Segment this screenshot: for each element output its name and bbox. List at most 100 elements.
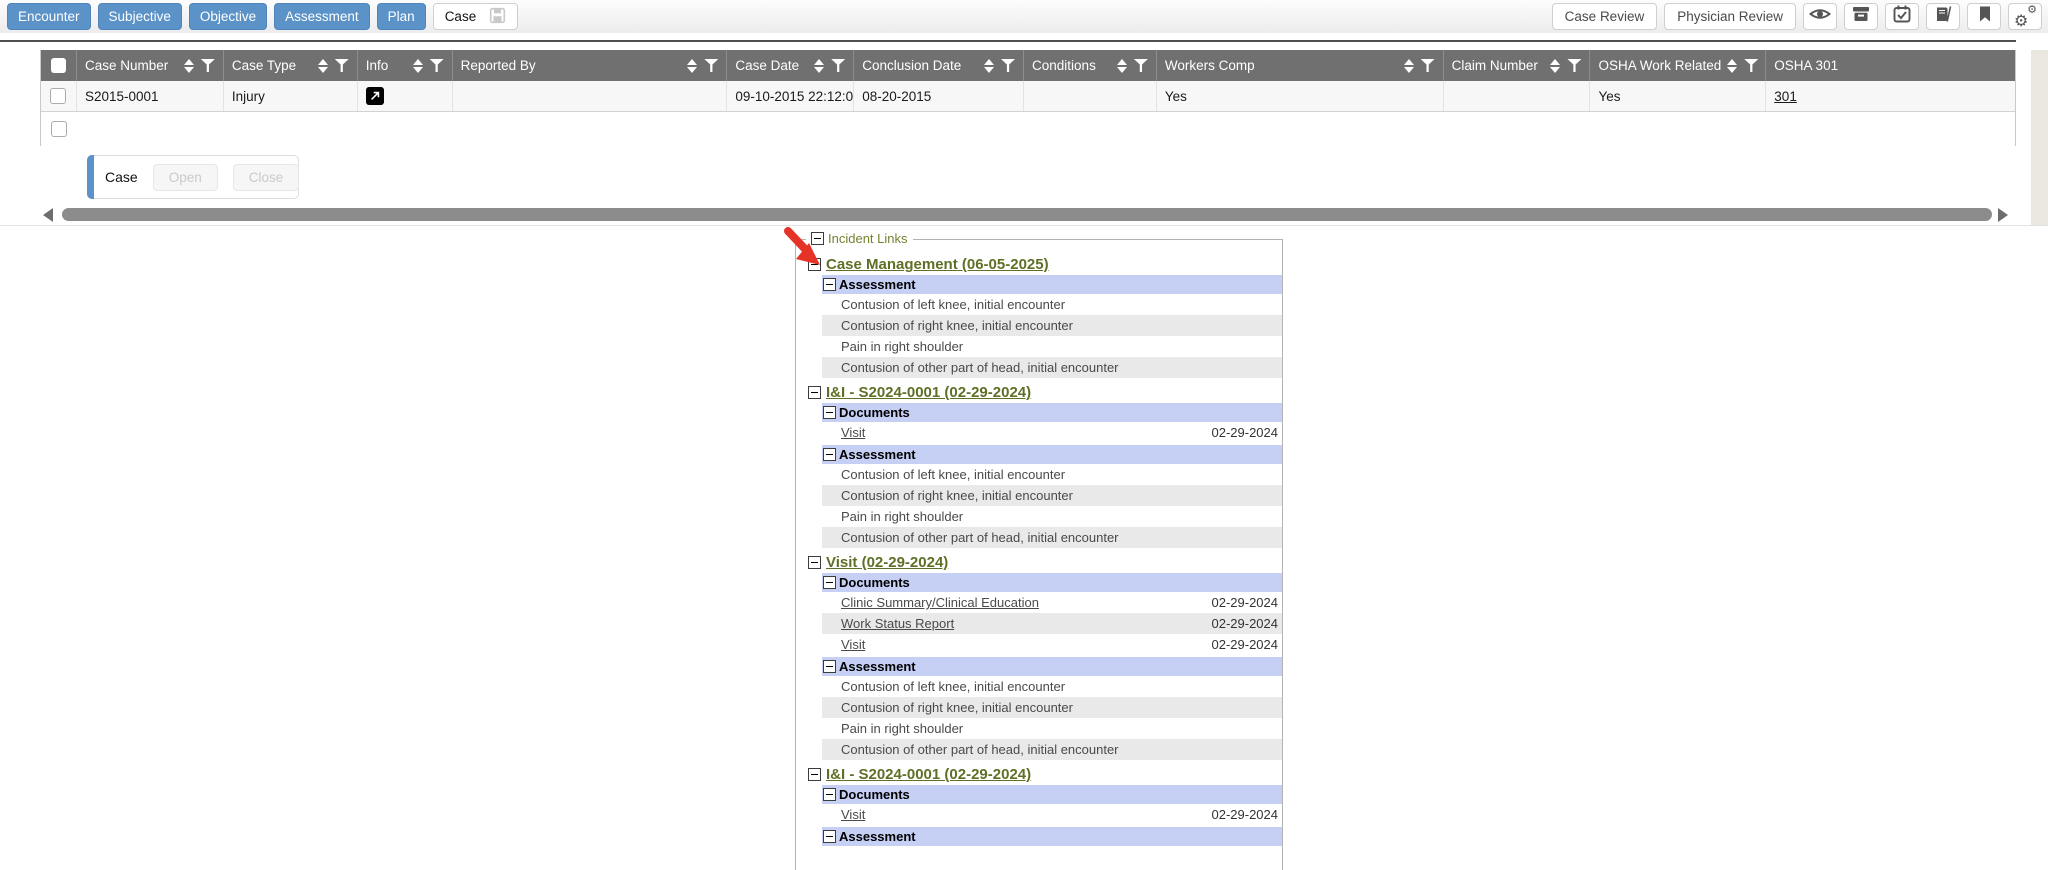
incident-group-link[interactable]: I&I - S2024-0001 (02-29-2024)	[826, 384, 1031, 401]
filter-icon[interactable]	[831, 59, 845, 72]
document-link[interactable]: Visit	[841, 637, 1174, 652]
cell-value: 09-10-2015 22:12:00	[735, 89, 854, 104]
sort-icon[interactable]	[318, 59, 328, 73]
column-header-osha-301[interactable]: OSHA 301	[1766, 50, 2015, 81]
sort-icon[interactable]	[1117, 59, 1127, 73]
bookmark-button[interactable]	[1967, 3, 2001, 30]
filter-icon[interactable]	[201, 59, 215, 72]
sort-icon[interactable]	[1550, 59, 1560, 73]
scrollbar-thumb[interactable]	[62, 208, 1992, 221]
cell-reported-by	[453, 81, 728, 111]
sort-icon[interactable]	[1404, 59, 1414, 73]
collapse-minus-icon[interactable]	[823, 406, 836, 419]
condition-text: Pain in right shoulder	[841, 721, 1174, 736]
column-header-claim-number[interactable]: Claim Number	[1444, 50, 1591, 81]
filter-icon[interactable]	[335, 59, 349, 72]
collapse-minus-icon[interactable]	[823, 830, 836, 843]
column-label: Case Date	[735, 58, 799, 73]
sort-icon[interactable]	[814, 59, 824, 73]
document-link[interactable]: Visit	[841, 425, 1174, 440]
tree-row: Pain in right shoulder	[822, 336, 1282, 357]
row-checkbox[interactable]	[51, 121, 67, 137]
tree-section-header: Assessment	[822, 445, 1282, 464]
column-header-case-number[interactable]: Case Number	[77, 50, 224, 81]
filter-icon[interactable]	[1421, 59, 1435, 72]
encounter-button[interactable]: Encounter	[7, 3, 91, 30]
case-tab[interactable]: Case	[433, 3, 519, 30]
row-checkbox[interactable]	[50, 88, 66, 104]
objective-button[interactable]: Objective	[189, 3, 267, 30]
column-header-case-type[interactable]: Case Type	[224, 50, 358, 81]
subjective-button[interactable]: Subjective	[98, 3, 182, 30]
sort-icon[interactable]	[687, 59, 697, 73]
collapse-minus-icon[interactable]	[808, 258, 821, 271]
save-icon[interactable]	[489, 7, 506, 27]
column-header-workers-comp[interactable]: Workers Comp	[1157, 50, 1444, 81]
physician-review-button[interactable]: Physician Review	[1664, 3, 1796, 30]
case-review-button[interactable]: Case Review	[1552, 3, 1658, 30]
filter-icon[interactable]	[1134, 59, 1148, 72]
collapse-minus-icon[interactable]	[808, 556, 821, 569]
settings-button[interactable]: ⚙⚙	[2008, 3, 2042, 30]
select-all-checkbox[interactable]	[51, 58, 66, 73]
incident-group-link[interactable]: I&I - S2024-0001 (02-29-2024)	[826, 766, 1031, 783]
column-header-reported-by[interactable]: Reported By	[453, 50, 728, 81]
collapse-minus-icon[interactable]	[823, 278, 836, 291]
osha-301-link[interactable]: 301	[1774, 89, 1797, 104]
sort-icon[interactable]	[1727, 59, 1737, 73]
tree-section-header: Documents	[822, 403, 1282, 422]
collapse-minus-icon[interactable]	[823, 788, 836, 801]
collapse-minus-icon[interactable]	[808, 768, 821, 781]
vertical-scrollbar-track[interactable]	[2031, 50, 2048, 225]
book-button[interactable]	[1926, 3, 1960, 30]
case-row[interactable]: S2015-0001 Injury 09-10-2015 22:12:00 08-20…	[41, 81, 2015, 112]
cell-case-type: Injury	[224, 81, 358, 111]
scroll-right-arrow-icon[interactable]	[1998, 208, 2008, 222]
filter-icon[interactable]	[1744, 59, 1758, 72]
collapse-minus-icon[interactable]	[823, 448, 836, 461]
archive-box-icon	[1851, 4, 1871, 29]
plan-button[interactable]: Plan	[377, 3, 426, 30]
open-case-button[interactable]: Open	[153, 164, 218, 191]
document-link[interactable]: Work Status Report	[841, 616, 1174, 631]
collapse-minus-icon[interactable]	[808, 386, 821, 399]
scroll-left-arrow-icon[interactable]	[43, 208, 53, 222]
collapse-minus-icon[interactable]	[823, 576, 836, 589]
toolbar-right-group: Case Review Physician Review	[1552, 3, 2042, 30]
sort-icon[interactable]	[413, 59, 423, 73]
collapse-minus-icon[interactable]	[823, 660, 836, 673]
column-header-case-date[interactable]: Case Date	[727, 50, 854, 81]
condition-text: Contusion of right knee, initial encount…	[841, 488, 1174, 503]
calendar-check-icon	[1892, 4, 1912, 29]
sort-icon[interactable]	[984, 59, 994, 73]
column-header-osha-work-related[interactable]: OSHA Work Related	[1590, 50, 1766, 81]
filter-icon[interactable]	[1567, 59, 1581, 72]
column-label: Reported By	[461, 58, 536, 73]
filter-icon[interactable]	[704, 59, 718, 72]
cell-value: S2015-0001	[85, 89, 159, 104]
open-case-info-icon[interactable]	[366, 87, 384, 105]
column-header-icons	[1111, 59, 1148, 73]
column-header-info[interactable]: Info	[358, 50, 453, 81]
tree-row: Pain in right shoulder	[822, 506, 1282, 527]
incident-group-link[interactable]: Case Management (06-05-2025)	[826, 256, 1049, 273]
top-toolbar: Encounter Subjective Objective Assessmen…	[0, 0, 2048, 33]
archive-button[interactable]	[1844, 3, 1878, 30]
column-header-conditions[interactable]: Conditions	[1024, 50, 1157, 81]
assessment-button[interactable]: Assessment	[274, 3, 370, 30]
document-link[interactable]: Visit	[841, 807, 1174, 822]
sort-icon[interactable]	[184, 59, 194, 73]
incident-group-link[interactable]: Visit (02-29-2024)	[826, 554, 948, 571]
close-case-button[interactable]: Close	[233, 164, 300, 191]
collapse-minus-icon[interactable]	[811, 232, 824, 245]
cell-workers-comp: Yes	[1157, 81, 1444, 111]
column-header-conclusion-date[interactable]: Conclusion Date	[854, 50, 1024, 81]
eye-button[interactable]	[1803, 3, 1837, 30]
cell-value: 08-20-2015	[862, 89, 931, 104]
horizontal-scrollbar[interactable]	[40, 206, 2016, 223]
document-link[interactable]: Clinic Summary/Clinical Education	[841, 595, 1174, 610]
calendar-button[interactable]	[1885, 3, 1919, 30]
filter-icon[interactable]	[430, 59, 444, 72]
filter-icon[interactable]	[1001, 59, 1015, 72]
tree-section-label: Assessment	[839, 829, 916, 844]
